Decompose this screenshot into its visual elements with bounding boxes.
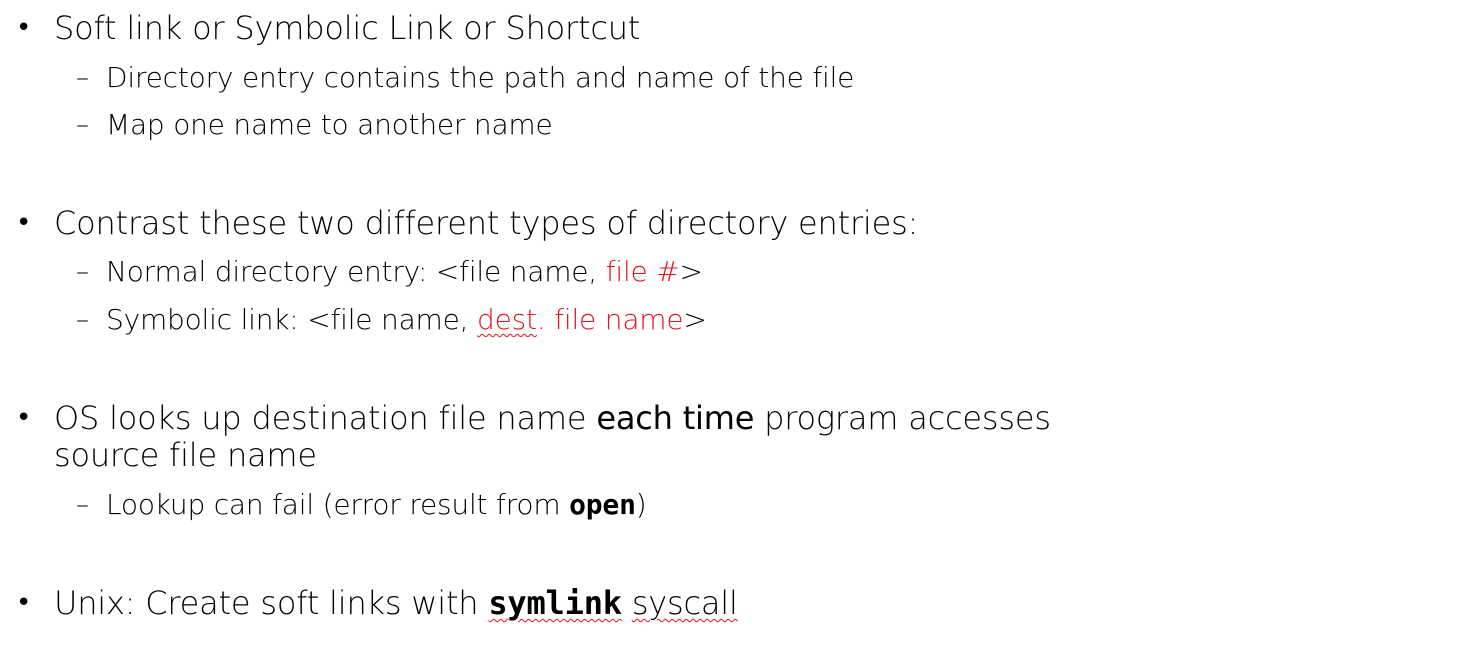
lookup-suffix: program accesses [754, 399, 1051, 437]
unix-prefix: Unix: Create soft links with [54, 584, 489, 622]
sub-text: Lookup can fail (error result from open) [106, 488, 647, 522]
syscall-word: syscall [631, 584, 738, 622]
slide: • Soft link or Symbolic Link or Shortcut… [0, 0, 1470, 660]
dash-marker: – [76, 305, 89, 335]
open-code: open [569, 488, 636, 521]
symlink-code: symlink [488, 584, 622, 622]
file-name-highlight: . file name [536, 303, 684, 336]
each-time-emphasis: each time [596, 399, 755, 437]
bullet-marker: • [16, 13, 32, 43]
dash-marker: – [76, 490, 89, 520]
file-number-highlight: file # [605, 255, 680, 288]
dash-marker: – [76, 257, 89, 287]
sub-text: Normal directory entry: <file name, file… [106, 255, 703, 289]
lookup-prefix: OS looks up destination file name [54, 399, 597, 437]
bullet-text: Unix: Create soft links with symlink sys… [54, 585, 738, 621]
lookup-fail-prefix: Lookup can fail (error result from [106, 488, 570, 521]
normal-entry-suffix: > [679, 255, 703, 288]
bullet-text-line2: source file name [54, 436, 317, 474]
symlink-entry-prefix: Symbolic link: <file name, [106, 303, 478, 336]
sub-text: Directory entry contains the path and na… [106, 61, 855, 94]
bullet-marker: • [16, 208, 32, 238]
bullet-text: Soft link or Symbolic Link or Shortcut [54, 9, 641, 47]
bullet-marker: • [16, 403, 32, 433]
symlink-entry-suffix: > [683, 303, 707, 336]
dest-highlight: dest [477, 303, 537, 336]
sub-text: Map one name to another name [106, 108, 553, 141]
bullet-text: Contrast these two different types of di… [54, 204, 919, 242]
dash-marker: – [76, 110, 89, 140]
dash-marker: – [76, 63, 89, 93]
bullet-text-line1: OS looks up destination file name each t… [54, 400, 1051, 436]
lookup-fail-suffix: ) [635, 488, 647, 521]
sub-text: Symbolic link: <file name, dest. file na… [106, 303, 707, 337]
bullet-marker: • [16, 588, 32, 618]
normal-entry-prefix: Normal directory entry: <file name, [106, 255, 606, 288]
